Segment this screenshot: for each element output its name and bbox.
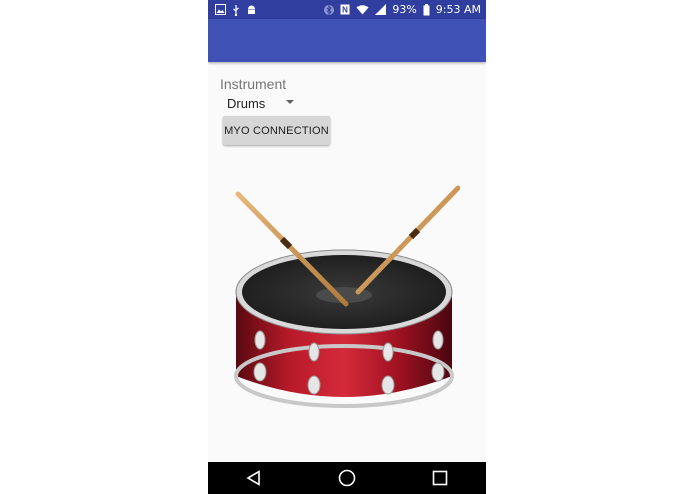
dropdown-arrow-icon	[286, 100, 294, 104]
battery-percent: 93%	[392, 3, 417, 16]
usb-icon	[233, 4, 239, 16]
svg-text:N: N	[342, 6, 348, 15]
back-button[interactable]	[234, 462, 274, 494]
android-icon	[248, 5, 255, 14]
instrument-spinner[interactable]: Drums	[220, 93, 300, 113]
snare-drum-image[interactable]	[228, 180, 460, 415]
battery-icon	[423, 3, 430, 15]
navigation-bar	[208, 462, 486, 494]
myo-connection-button[interactable]: MYO CONNECTION	[223, 116, 330, 145]
nfc-icon: N	[340, 4, 350, 15]
home-button[interactable]	[327, 462, 367, 494]
signal-icon	[375, 4, 387, 15]
recents-icon	[432, 470, 447, 486]
instrument-label: Instrument	[220, 76, 287, 92]
clock: 9:53 AM	[435, 3, 481, 16]
wifi-icon	[356, 5, 369, 15]
back-icon	[246, 470, 261, 486]
status-bar: N 93% 9:53 AM	[208, 0, 486, 19]
home-icon	[338, 469, 356, 487]
instrument-spinner-value: Drums	[227, 95, 266, 111]
recents-button[interactable]	[420, 462, 460, 494]
bluetooth-icon	[324, 4, 335, 15]
image-icon	[215, 4, 226, 15]
phone-screen: N 93% 9:53 AM Instrument Drums MYO CONNE…	[208, 0, 486, 494]
app-bar	[208, 19, 486, 62]
